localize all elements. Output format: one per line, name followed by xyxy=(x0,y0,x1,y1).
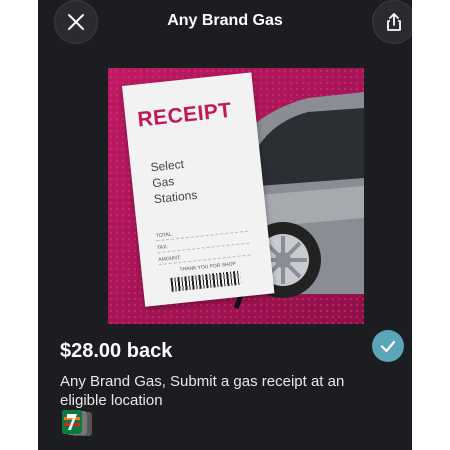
close-button[interactable] xyxy=(54,0,98,44)
receipt-illustration: RECEIPT Select Gas Stations TOTAL: TAX: … xyxy=(122,72,275,307)
receipt-body: Select Gas Stations xyxy=(149,157,198,207)
offer-selected-button[interactable] xyxy=(372,330,404,362)
check-icon xyxy=(380,340,396,353)
offer-description: Any Brand Gas, Submit a gas receipt at a… xyxy=(60,373,345,409)
brand-logo-stack xyxy=(62,410,98,436)
share-icon xyxy=(387,13,401,31)
offer-hero-image: RECEIPT Select Gas Stations TOTAL: TAX: … xyxy=(108,68,364,324)
offer-panel: Any Brand Gas RECEIPT Select Gas Station… xyxy=(38,0,412,450)
page-title: Any Brand Gas xyxy=(167,12,283,29)
close-icon xyxy=(68,14,84,30)
share-button[interactable] xyxy=(372,0,412,44)
seven-eleven-icon xyxy=(62,410,82,434)
top-bar: Any Brand Gas xyxy=(38,0,412,46)
seven-eleven-logo xyxy=(62,410,82,434)
receipt-title: RECEIPT xyxy=(136,98,233,132)
cashback-amount: $28.00 back xyxy=(60,340,173,362)
